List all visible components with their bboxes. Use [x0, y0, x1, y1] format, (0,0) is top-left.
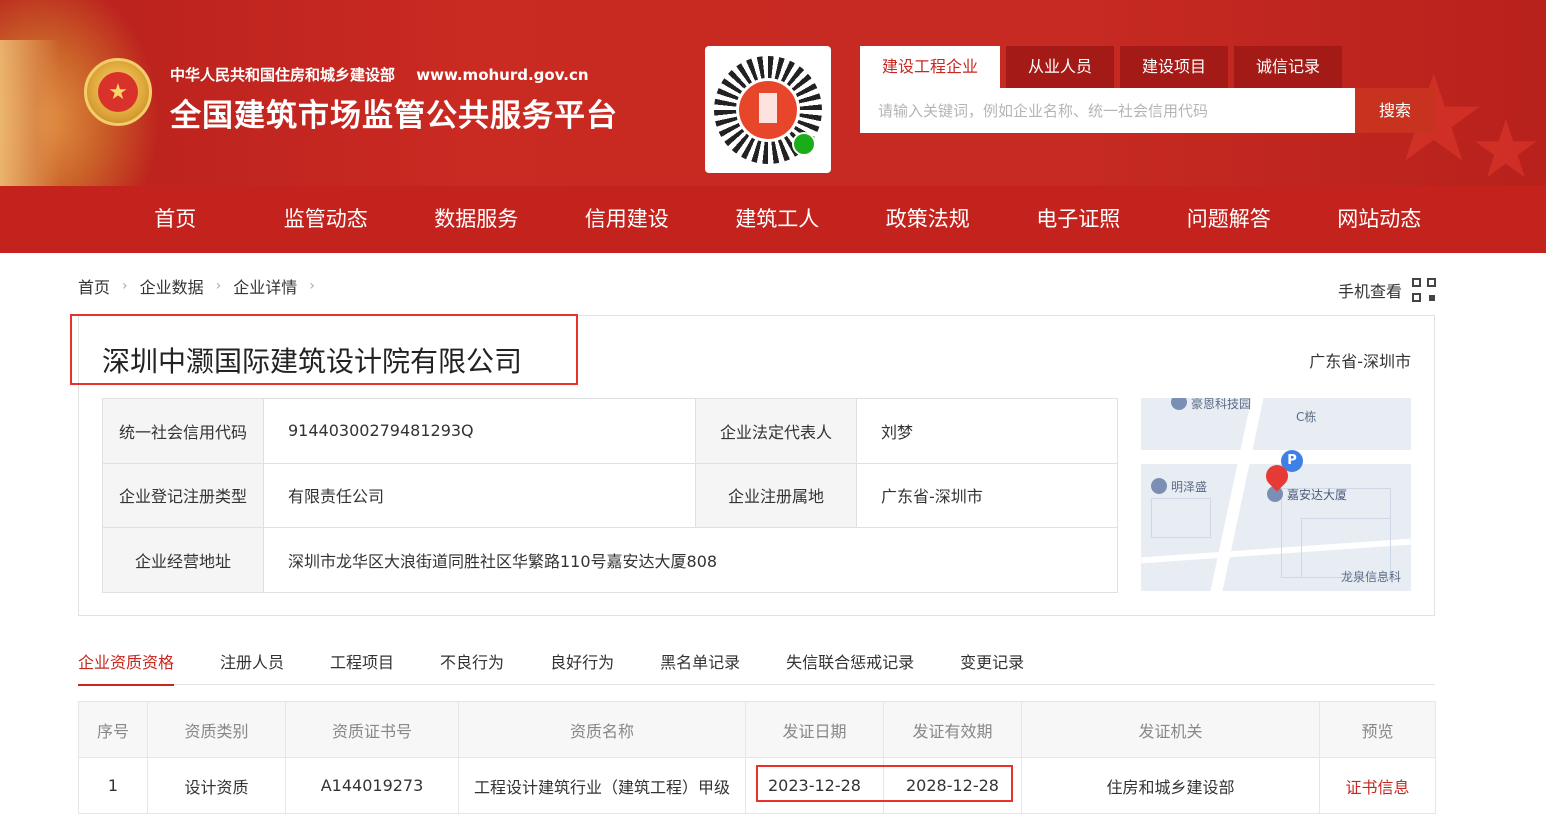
qr-code-icon [1412, 278, 1436, 302]
ministry-name: 中华人民共和国住房和城乡建设部 [170, 66, 396, 84]
nav-item-home[interactable]: 首页 [100, 186, 251, 253]
tab-blacklist[interactable]: 黑名单记录 [660, 640, 740, 685]
company-info-table: 统一社会信用代码 91440300279481293Q 企业法定代表人 刘梦 企… [102, 398, 1118, 593]
map-label: C栋 [1296, 410, 1317, 424]
column-header: 发证机关 [1021, 701, 1320, 758]
reg-type-value: 有限责任公司 [263, 462, 696, 528]
qualification-name: 工程设计建筑行业（建筑工程）甲级 [458, 757, 746, 814]
reg-place-label: 企业注册属地 [695, 462, 857, 528]
column-header: 发证有效期 [883, 701, 1022, 758]
nav-item-data-service[interactable]: 数据服务 [401, 186, 552, 253]
credit-code-value: 91440300279481293Q [263, 398, 696, 464]
nav-item-e-license[interactable]: 电子证照 [1003, 186, 1154, 253]
tab-joint-punishment[interactable]: 失信联合惩戒记录 [786, 640, 914, 685]
credit-code-label: 统一社会信用代码 [102, 398, 264, 464]
map-label: 豪恩科技园 [1191, 398, 1252, 411]
mobile-view-button[interactable]: 手机查看 [1338, 278, 1436, 302]
tab-qualifications[interactable]: 企业资质资格 [78, 640, 175, 686]
tab-good-behavior[interactable]: 良好行为 [550, 640, 614, 685]
star-decoration-icon: ★ [1470, 103, 1542, 196]
reg-type-label: 企业登记注册类型 [102, 462, 264, 528]
site-header: ★ ★ ★ 中华人民共和国住房和城乡建设部 www.mohurd.gov.cn … [0, 0, 1546, 253]
detail-tabs: 企业资质资格 注册人员 工程项目 不良行为 良好行为 黑名单记录 失信联合惩戒记… [78, 640, 1435, 686]
search-tab-enterprise[interactable]: 建设工程企业 [860, 46, 1001, 88]
search-tabs: 建设工程企业 从业人员 建设项目 诚信记录 [860, 46, 1348, 88]
search-tab-projects[interactable]: 建设项目 [1120, 46, 1229, 88]
nav-item-supervision[interactable]: 监管动态 [251, 186, 402, 253]
dates-highlight [756, 765, 1013, 802]
address-label: 企业经营地址 [102, 527, 264, 593]
search-tab-personnel[interactable]: 从业人员 [1006, 46, 1115, 88]
search-input[interactable] [860, 88, 1355, 133]
breadcrumb-enterprise-data[interactable]: 企业数据 [140, 274, 204, 298]
site-title: 全国建筑市场监管公共服务平台 [170, 98, 618, 134]
table-header-row: 序号 资质类别 资质证书号 资质名称 发证日期 发证有效期 发证机关 预览 [78, 701, 1436, 758]
nav-item-credit[interactable]: 信用建设 [552, 186, 703, 253]
column-header: 资质名称 [458, 701, 746, 758]
company-region: 广东省-深圳市 [1309, 352, 1411, 371]
search-tab-credit[interactable]: 诚信记录 [1234, 46, 1343, 88]
chevron-right-icon: › [122, 278, 128, 294]
issuing-authority: 住房和城乡建设部 [1021, 757, 1320, 814]
column-header: 预览 [1319, 701, 1436, 758]
column-header: 序号 [78, 701, 148, 758]
certificate-number: A144019273 [285, 757, 459, 814]
ministry-url[interactable]: www.mohurd.gov.cn [416, 66, 588, 84]
map-label: 明泽盛 [1171, 480, 1208, 494]
company-name: 深圳中灏国际建筑设计院有限公司 [102, 345, 523, 378]
link-icon [792, 131, 816, 156]
breadcrumb-enterprise-detail[interactable]: 企业详情 [233, 274, 297, 298]
tab-change-records[interactable]: 变更记录 [960, 640, 1024, 685]
main-nav: 首页 监管动态 数据服务 信用建设 建筑工人 政策法规 电子证照 问题解答 网站… [0, 186, 1546, 253]
column-header: 发证日期 [745, 701, 884, 758]
row-index: 1 [78, 757, 148, 814]
nav-item-workers[interactable]: 建筑工人 [702, 186, 853, 253]
nav-item-faq[interactable]: 问题解答 [1154, 186, 1305, 253]
tab-registered-personnel[interactable]: 注册人员 [220, 640, 284, 685]
mini-program-qr-code [705, 46, 831, 173]
tab-bad-behavior[interactable]: 不良行为 [440, 640, 504, 685]
nav-item-site-news[interactable]: 网站动态 [1304, 186, 1455, 253]
location-map[interactable]: 豪恩科技园 C栋 明泽盛 嘉安达大厦 龙泉信息科 P [1141, 398, 1411, 591]
search-box: 搜索 [860, 88, 1435, 133]
nav-item-policy[interactable]: 政策法规 [853, 186, 1004, 253]
tab-projects[interactable]: 工程项目 [330, 640, 394, 685]
mobile-view-label: 手机查看 [1337, 282, 1402, 301]
poi-icon [1151, 478, 1167, 494]
search-button[interactable]: 搜索 [1355, 88, 1435, 133]
breadcrumb-home[interactable]: 首页 [78, 274, 110, 298]
ministry-line: 中华人民共和国住房和城乡建设部 www.mohurd.gov.cn [170, 64, 589, 85]
national-emblem-logo: ★ [84, 58, 152, 126]
legal-rep-label: 企业法定代表人 [695, 398, 857, 464]
map-label: 龙泉信息科 [1341, 570, 1402, 584]
column-header: 资质证书号 [285, 701, 459, 758]
address-value: 深圳市龙华区大浪街道同胜社区华繁路110号嘉安达大厦808 [263, 527, 1118, 593]
column-header: 资质类别 [147, 701, 286, 758]
chevron-right-icon: › [215, 278, 222, 294]
legal-rep-value: 刘梦 [856, 398, 1118, 464]
breadcrumb: 首页 › 企业数据 › 企业详情 › [78, 274, 327, 298]
map-label: 嘉安达大厦 [1287, 488, 1348, 502]
reg-place-value: 广东省-深圳市 [856, 462, 1118, 528]
poi-icon [1171, 398, 1187, 410]
certificate-info-link[interactable]: 证书信息 [1345, 778, 1409, 797]
qualification-category: 设计资质 [147, 757, 286, 814]
chevron-right-icon: › [309, 278, 315, 294]
